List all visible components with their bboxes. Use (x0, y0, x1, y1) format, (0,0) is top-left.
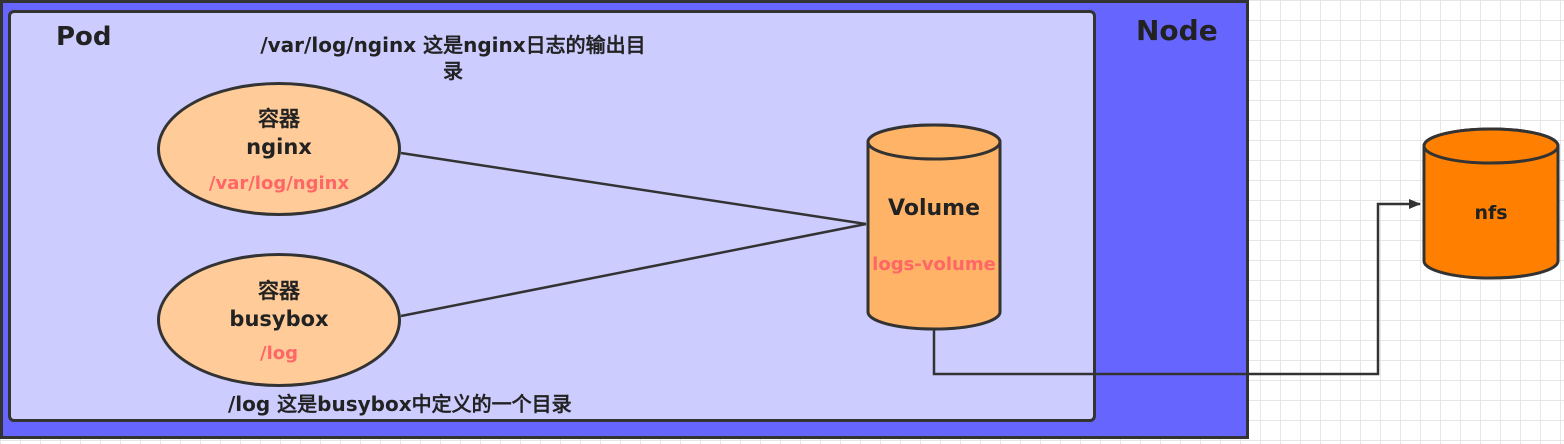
volume-cylinder (866, 123, 1002, 331)
container-nginx-name: nginx (246, 134, 312, 159)
nginx-dir-note-line2: 录 (443, 59, 463, 83)
node-label: Node (1136, 14, 1218, 47)
container-busybox-path: /log (260, 342, 298, 364)
container-nginx-title: 容器 (258, 106, 300, 131)
pod-label: Pod (56, 22, 112, 52)
busybox-dir-note: /log 这是busybox中定义的一个目录 (228, 392, 572, 416)
volume-to-nfs-arrow (932, 199, 1421, 376)
nginx-to-volume-line (400, 151, 867, 226)
nginx-dir-note-line1: /var/log/nginx 这是nginx日志的输出目 (260, 33, 646, 57)
container-busybox-title: 容器 (258, 278, 300, 303)
busybox-to-volume-line (400, 222, 867, 318)
container-nginx-path: /var/log/nginx (208, 172, 350, 194)
volume-title: Volume (888, 196, 980, 221)
container-busybox-name: busybox (229, 306, 329, 331)
nginx-dir-note: /var/log/nginx 这是nginx日志的输出目 录 (243, 32, 663, 84)
nfs-title: nfs (1474, 202, 1508, 224)
volume-name: logs-volume (872, 254, 996, 275)
container-nginx: 容器 nginx /var/log/nginx (157, 82, 401, 216)
container-busybox: 容器 busybox /log (157, 253, 401, 387)
